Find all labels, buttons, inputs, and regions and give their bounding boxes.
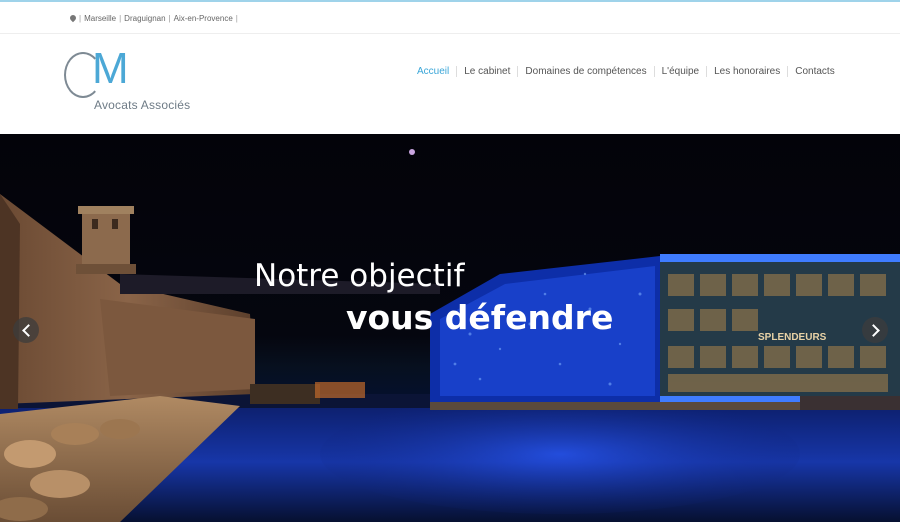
top-bar: | Marseille | Draguignan | Aix-en-Proven… [0,2,900,34]
nav-equipe[interactable]: L'équipe [653,66,707,77]
logo-subtitle: Avocats Associés [94,98,191,112]
moon [409,149,415,155]
site-logo[interactable]: M Avocats Associés [64,44,204,114]
nav-domaines[interactable]: Domaines de compétences [517,66,653,77]
chevron-right-icon[interactable] [862,317,888,343]
location-aix: Aix-en-Provence [173,14,233,23]
nav-le-cabinet[interactable]: Le cabinet [456,66,517,77]
location-marseille: Marseille [84,14,117,23]
logo-m-letter: M [92,44,129,93]
nav-contacts[interactable]: Contacts [787,66,841,77]
map-pin-icon [70,15,76,23]
location-draguignan: Draguignan [124,14,166,23]
building-sign: SPLENDEURS [758,332,827,343]
site-header: M Avocats Associés Accueil Le cabinet Do… [0,34,900,134]
nav-honoraires[interactable]: Les honoraires [706,66,787,77]
chevron-left-icon[interactable] [13,317,39,343]
hero-slider: SPLENDEURS Notre objectif vous défendre [0,134,900,522]
locations-list: | Marseille | Draguignan | Aix-en-Proven… [70,14,238,23]
hero-night-photo: SPLENDEURS [0,149,900,522]
main-nav: Accueil Le cabinet Domaines de compétenc… [410,66,842,77]
nav-accueil[interactable]: Accueil [410,66,456,77]
